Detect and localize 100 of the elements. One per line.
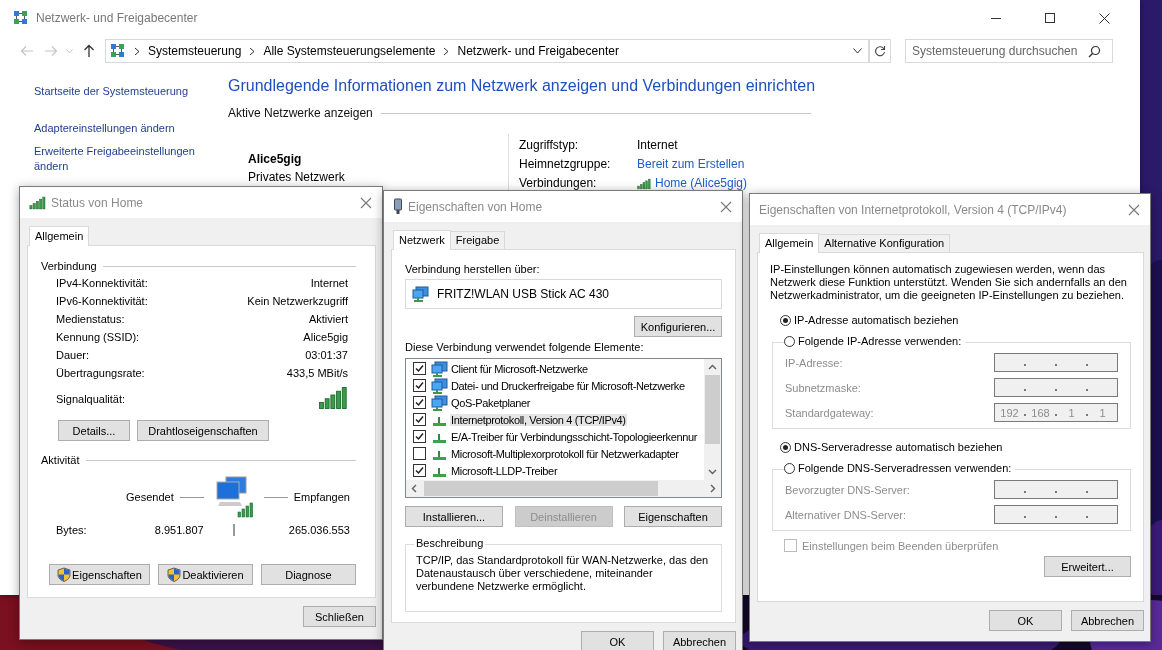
advanced-button[interactable]: Erweitert...	[1044, 556, 1131, 577]
up-arrow-icon[interactable]	[83, 44, 95, 58]
maximize-icon[interactable]	[1045, 13, 1055, 23]
dialog-button[interactable]: Drahtloseigenschaften	[137, 420, 269, 441]
elements-label: Diese Verbindung verwendet folgende Elemente:	[405, 341, 645, 353]
list-item[interactable]: Datei- und Druckerfreigabe für Microsoft-Netzwerke	[450, 379, 686, 392]
list-item[interactable]: Microsoft-LLDP-Treiber	[450, 464, 559, 477]
scroll-right-icon[interactable]	[708, 484, 717, 493]
configure-button[interactable]: Konfigurieren...	[634, 316, 722, 337]
ok-button[interactable]: OK	[989, 610, 1062, 631]
dialog-button[interactable]: Deaktivieren	[157, 564, 253, 585]
network-service-icon	[431, 360, 448, 377]
breadcrumb-item[interactable]: Alle Systemsteuerungselemente	[263, 44, 436, 58]
intro-text: IP-Einstellungen können automatisch zugewiesen werden, wenn das Netzwerk diese Funktion unterstützt. Wenden Sie sich andernfalls an den Netzwerkadministrator, um die geeigneten IP-Einstellungen zu beziehen.	[770, 263, 1128, 302]
radio-option[interactable]: Folgende DNS-Serveradressen verwenden:	[784, 462, 1016, 474]
list-item[interactable]: E/A-Treiber für Verbindungsschicht-Topologieerkennur	[450, 430, 699, 443]
checkbox[interactable]	[413, 396, 426, 409]
checkbox[interactable]	[413, 379, 426, 392]
ip-address-field[interactable]	[994, 353, 1118, 372]
radio-option[interactable]: DNS-Serveradresse automatisch beziehen	[780, 441, 1003, 453]
list-item[interactable]: QoS-Paketplaner	[450, 396, 532, 409]
checkbox[interactable]	[413, 447, 426, 460]
dialog-button[interactable]: Diagnose	[260, 564, 356, 585]
horizontal-scrollbar[interactable]	[406, 480, 721, 497]
dialog-button[interactable]: Installieren...	[405, 506, 503, 527]
dropdown-caret-icon[interactable]	[853, 48, 862, 54]
scroll-left-icon[interactable]	[410, 484, 419, 493]
page-heading: Grundlegende Informationen zum Netzwerk anzeigen und Verbindungen einrichten	[228, 76, 817, 96]
tab[interactable]: Allgemein	[759, 233, 820, 253]
field-label: IP-Adresse:	[785, 356, 843, 369]
search-icon	[1088, 44, 1101, 58]
checkbox[interactable]	[413, 464, 426, 477]
checkbox[interactable]	[413, 362, 426, 375]
scroll-up-icon[interactable]	[708, 363, 717, 372]
sidebar-link[interactable]: Adaptereinstellungen ändern	[34, 121, 202, 136]
signal-bars-icon	[318, 385, 348, 411]
shield-icon	[57, 567, 72, 582]
ok-button[interactable]: OK	[581, 631, 654, 650]
sidebar-link[interactable]: Startseite der Systemsteuerung	[34, 84, 202, 99]
close-button[interactable]: Schließen	[303, 606, 376, 627]
network-service-icon	[431, 394, 448, 411]
usb-stick-icon	[393, 198, 403, 215]
status-value: Kein Netzwerkzugriff	[247, 295, 348, 308]
close-icon[interactable]	[1099, 12, 1110, 24]
list-item[interactable]: Microsoft-Multiplexorprotokoll für Netzwerkadapter	[450, 447, 680, 460]
radio-option[interactable]: IP-Adresse automatisch beziehen	[780, 314, 959, 326]
received-label: Empfangen	[293, 491, 350, 503]
list-item[interactable]: Client für Microsoft-Netzwerke	[450, 362, 589, 375]
search-field[interactable]: Systemsteuerung durchsuchen	[905, 39, 1113, 63]
list-item[interactable]: Internetprotokoll, Version 4 (TCP/IPv4)	[450, 413, 627, 426]
tab[interactable]: Alternative Konfiguration	[818, 234, 951, 252]
dialog-title: Status von Home	[51, 195, 144, 210]
description-text: TCP/IP, das Standardprotokoll für WAN-Netzwerke, das den Datenaustausch über verschiedene, miteinander verbundene Netzwerke ermöglicht.	[416, 554, 710, 593]
status-value: 433,5 MBit/s	[286, 367, 348, 380]
signal-bars-icon	[637, 177, 651, 190]
dialog-title: Eigenschaften von Internetprotokoll, Version 4 (TCP/IPv4)	[759, 202, 1067, 217]
ip-address-field[interactable]	[994, 480, 1118, 499]
status-value: 03:01:37	[305, 349, 348, 362]
status-value: Alice5gig	[303, 331, 348, 344]
address-bar[interactable]: Systemsteuerung Alle Systemsteuerungselemente Netzwerk- und Freigabecenter	[105, 39, 869, 63]
connect-label: Verbindung herstellen über:	[405, 263, 541, 275]
refresh-button[interactable]	[869, 39, 891, 63]
sidebar-link[interactable]: Erweiterte Freigabeeinstellungen ändern	[34, 144, 202, 174]
radio-option[interactable]: Folgende IP-Adresse verwenden:	[784, 335, 966, 347]
sent-label: Gesendet	[126, 491, 174, 503]
connection-link[interactable]: Home (Alice5gig)	[655, 174, 748, 193]
cancel-button[interactable]: Abbrechen	[1071, 610, 1144, 631]
computers-icon	[213, 476, 254, 518]
field-label: Standardgateway:	[785, 406, 874, 419]
checkbox[interactable]	[413, 430, 426, 443]
breadcrumb-item[interactable]: Systemsteuerung	[148, 44, 242, 58]
status-label: IPv6-Konnektivität:	[56, 295, 149, 308]
ip-address-field[interactable]	[994, 378, 1118, 397]
bytes-received: 265.036.553	[288, 524, 350, 536]
shield-icon	[167, 567, 182, 582]
tab[interactable]: Netzwerk	[393, 230, 451, 250]
tab[interactable]: Freigabe	[449, 231, 506, 249]
dialog-button[interactable]: Eigenschaften	[624, 506, 722, 527]
status-value: Aktiviert	[308, 313, 348, 326]
status-label: Dauer:	[56, 349, 91, 362]
breadcrumb-item[interactable]: Netzwerk- und Freigabecenter	[457, 44, 619, 58]
scroll-down-icon[interactable]	[708, 467, 717, 476]
dialog-button[interactable]: Eigenschaften	[49, 564, 150, 585]
cancel-button[interactable]: Abbrechen	[663, 631, 736, 650]
status-label: Übertragungsrate:	[56, 367, 146, 380]
group-title: Beschreibung	[414, 537, 486, 549]
vertical-scrollbar[interactable]	[704, 359, 721, 480]
dialog-button[interactable]: Details...	[58, 420, 130, 441]
group-title: Aktivität	[41, 454, 80, 466]
ip-octet: 168	[1031, 406, 1050, 419]
detail-value: Internet	[637, 137, 678, 154]
tab[interactable]: Allgemein	[29, 226, 90, 246]
refresh-icon	[874, 45, 886, 57]
checkbox[interactable]	[413, 413, 426, 426]
detail-link[interactable]: Bereit zum Erstellen	[637, 155, 745, 174]
dialog-title: Eigenschaften von Home	[408, 199, 543, 214]
chevron-right-icon	[249, 46, 256, 56]
ip-octet: 192	[1000, 406, 1019, 419]
status-value: Internet	[310, 277, 348, 290]
ip-address-field[interactable]	[994, 505, 1118, 524]
